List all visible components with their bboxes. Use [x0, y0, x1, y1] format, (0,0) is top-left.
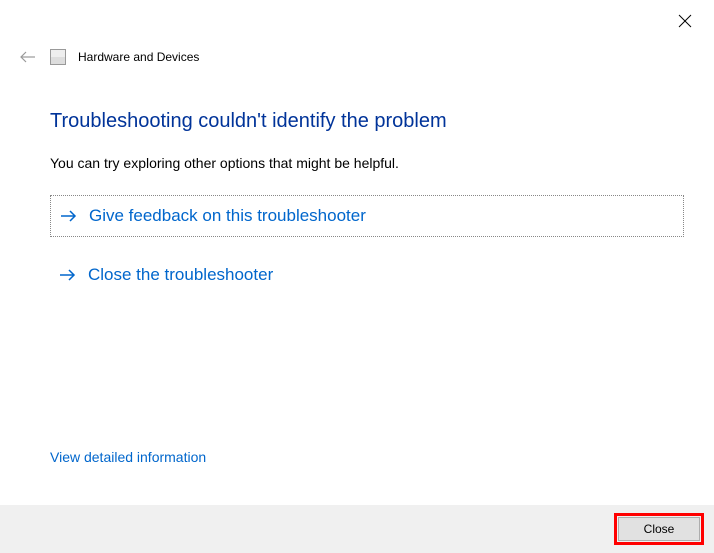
wizard-header: Hardware and Devices [18, 47, 199, 67]
arrow-right-icon [58, 266, 76, 284]
hardware-devices-icon [50, 49, 66, 65]
option-label: Give feedback on this troubleshooter [89, 206, 366, 226]
view-detailed-info-link[interactable]: View detailed information [50, 449, 206, 465]
wizard-title: Hardware and Devices [78, 50, 199, 64]
back-arrow-icon [19, 50, 37, 64]
close-icon [678, 14, 692, 28]
result-heading: Troubleshooting couldn't identify the pr… [50, 110, 684, 133]
arrow-right-icon [59, 207, 77, 225]
result-subtext: You can try exploring other options that… [50, 155, 684, 171]
close-button[interactable]: Close [618, 517, 700, 541]
back-button[interactable] [18, 47, 38, 67]
wizard-content: Troubleshooting couldn't identify the pr… [50, 110, 684, 313]
option-close-troubleshooter[interactable]: Close the troubleshooter [50, 255, 684, 295]
wizard-footer: Close [0, 505, 714, 553]
window-close-button[interactable] [678, 14, 694, 30]
option-label: Close the troubleshooter [88, 265, 273, 285]
option-give-feedback[interactable]: Give feedback on this troubleshooter [50, 195, 684, 237]
